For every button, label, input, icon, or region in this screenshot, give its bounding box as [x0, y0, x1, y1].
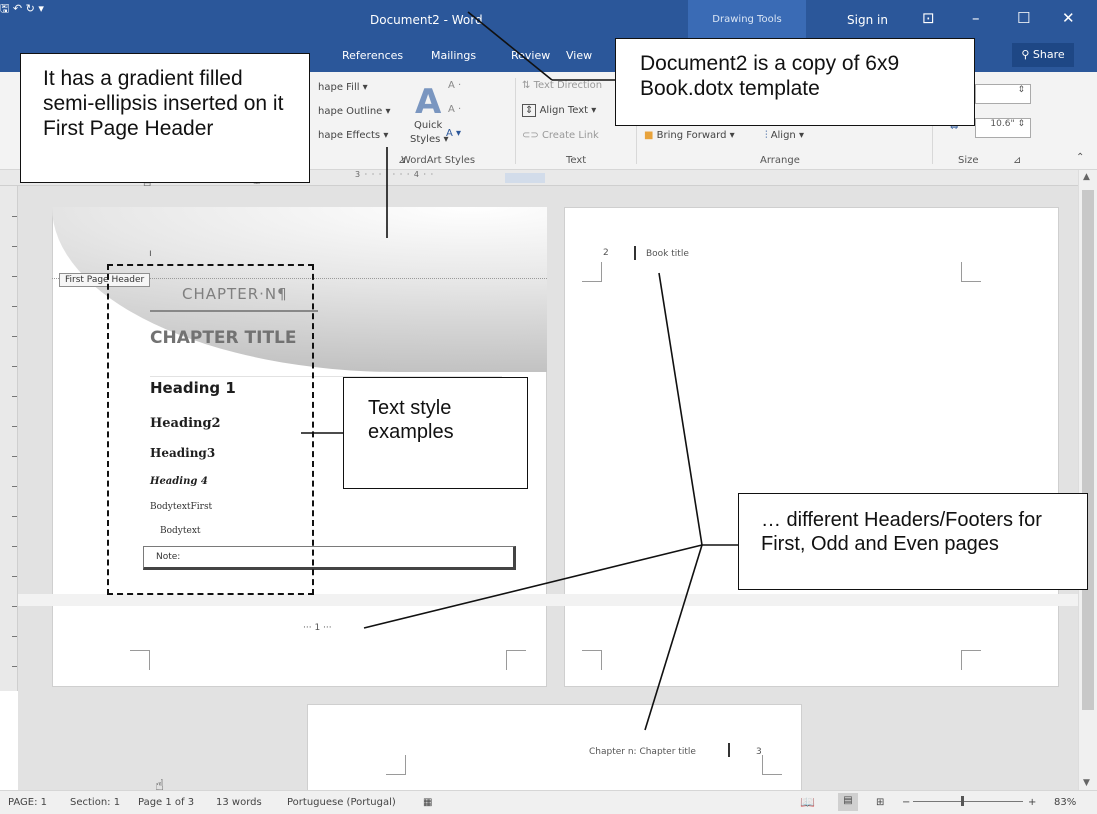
arrange-group-label: Arrange: [760, 155, 800, 166]
shape-effects-button[interactable]: hape Effects ▾: [318, 130, 388, 141]
scrollbar-thumb[interactable]: [1082, 190, 1094, 710]
link-icon: ⊂⊃: [522, 130, 542, 141]
page-2[interactable]: [564, 207, 1059, 687]
status-word-count[interactable]: 13 words: [216, 797, 262, 808]
header-separator-bar: [634, 246, 636, 260]
drawing-tools-context-tab: Drawing Tools: [688, 0, 806, 40]
person-icon: ⚲: [1021, 48, 1033, 61]
status-page[interactable]: PAGE: 1: [8, 797, 47, 808]
undo-icon[interactable]: ↶: [13, 2, 22, 15]
align-label: Align ▾: [770, 130, 804, 141]
redo-icon[interactable]: ↻: [26, 2, 35, 15]
bring-forward-button[interactable]: ■ Bring Forward ▾: [644, 130, 735, 141]
size-dialog-launcher-icon[interactable]: ⊿: [1013, 155, 1021, 166]
text-fill-icon[interactable]: A ·: [448, 80, 461, 91]
zoom-level[interactable]: 83%: [1054, 797, 1076, 808]
page-2-header-title[interactable]: Book title: [646, 249, 689, 259]
page-corner-mark: [130, 650, 150, 670]
page-corner-mark: [961, 262, 981, 282]
ruler-active-region: [505, 173, 545, 183]
text-outline-icon[interactable]: A ·: [448, 104, 461, 115]
zoom-slider-handle[interactable]: [961, 796, 964, 806]
align-text-icon: ⇕: [522, 104, 537, 117]
collapse-ribbon-icon[interactable]: ⌃: [1076, 152, 1084, 163]
page-break-gap: [18, 594, 1097, 606]
callout-template-copy: Document2 is a copy of 6x9 Book.dotx tem…: [615, 38, 975, 126]
zoom-slider[interactable]: [913, 801, 1023, 802]
align-text-label: Align Text ▾: [539, 105, 597, 116]
tab-review[interactable]: Review: [511, 49, 550, 62]
text-direction-icon: ⇅: [522, 80, 534, 91]
customize-qat-icon[interactable]: ▾: [38, 0, 44, 15]
page-corner-mark: [762, 755, 782, 775]
size-group-label: Size: [958, 155, 979, 166]
page-corner-mark: [582, 650, 602, 670]
save-icon[interactable]: 🖫: [0, 2, 9, 15]
shape-fill-button[interactable]: hape Fill ▾: [318, 82, 368, 93]
close-icon[interactable]: ✕: [1062, 9, 1075, 27]
text-direction-button[interactable]: ⇅ Text Direction: [522, 80, 602, 91]
text-group-label: Text: [566, 155, 587, 166]
status-page-of[interactable]: Page 1 of 3: [138, 797, 194, 808]
page-2-header-number: 2: [603, 248, 609, 258]
page-corner-mark: [582, 262, 602, 282]
align-text-button[interactable]: ⇕ Align Text ▾: [522, 104, 597, 117]
shape-width-input[interactable]: 10.6" ⇕: [975, 118, 1031, 138]
callout-gradient-shape: It has a gradient filled semi-ellipsis i…: [20, 53, 310, 183]
zoom-out-button[interactable]: −: [902, 797, 910, 808]
group-separator: [515, 78, 516, 164]
macro-recording-icon[interactable]: ▦: [423, 797, 432, 808]
scroll-down-icon[interactable]: ▼: [1083, 778, 1090, 788]
mouse-pointer-icon: ☝: [155, 776, 165, 794]
ribbon-display-options-icon[interactable]: ⊡: [922, 9, 935, 27]
page-corner-mark: [506, 650, 526, 670]
read-mode-icon[interactable]: 📖: [800, 795, 815, 809]
page-1-footer-number: ··· 1 ···: [303, 623, 332, 633]
page-3-header-number: 3: [756, 747, 762, 757]
minimize-icon[interactable]: –: [972, 9, 980, 27]
quick-styles-label-2[interactable]: Styles ▾: [410, 134, 449, 145]
tab-references[interactable]: References: [342, 49, 403, 62]
page-corner-mark: [961, 650, 981, 670]
wordart-styles-group-label: WordArt Styles: [401, 155, 476, 166]
header-separator-bar: [728, 743, 730, 757]
zoom-in-button[interactable]: +: [1028, 797, 1036, 808]
wordart-a-icon[interactable]: A: [415, 82, 441, 122]
shape-width-value: 10.6": [990, 119, 1015, 129]
page-3-header-title[interactable]: Chapter n: Chapter title: [589, 747, 696, 757]
vertical-ruler[interactable]: [0, 186, 18, 691]
style-examples-highlight-box: [107, 264, 314, 595]
tab-view[interactable]: View: [566, 49, 592, 62]
bring-forward-icon: ■: [644, 130, 657, 141]
callout-headers-footers: … different Headers/Footers for First, O…: [738, 493, 1088, 590]
bring-forward-label: Bring Forward: [656, 130, 727, 141]
scroll-up-icon[interactable]: ▲: [1083, 172, 1090, 182]
shape-outline-button[interactable]: hape Outline ▾: [318, 106, 391, 117]
window-title: Document2 - Word: [370, 13, 483, 27]
share-label: Share: [1032, 48, 1065, 61]
status-language[interactable]: Portuguese (Portugal): [287, 797, 396, 808]
align-button[interactable]: ⫶ Align ▾: [765, 130, 804, 141]
sign-in-link[interactable]: Sign in: [847, 13, 888, 27]
status-bar: PAGE: 1 Section: 1 Page 1 of 3 13 words …: [0, 790, 1097, 814]
create-link-label: Create Link: [541, 130, 599, 141]
print-layout-icon[interactable]: ▤: [838, 793, 858, 811]
share-button[interactable]: ⚲ Share: [1012, 43, 1074, 67]
vertical-scrollbar[interactable]: [1078, 170, 1097, 790]
web-layout-icon[interactable]: ⊞: [876, 797, 884, 808]
callout-text-styles: Text style examples: [343, 377, 528, 489]
shape-height-input[interactable]: ⇕: [975, 84, 1031, 104]
create-link-button[interactable]: ⊂⊃ Create Link: [522, 130, 599, 141]
status-section[interactable]: Section: 1: [70, 797, 120, 808]
quick-access-toolbar: 🖫 ↶ ↻ ▾: [0, 0, 44, 19]
page-corner-mark: [386, 755, 406, 775]
text-direction-label: Text Direction: [533, 80, 603, 91]
quick-styles-label-1[interactable]: Quick: [414, 120, 442, 131]
maximize-icon[interactable]: ☐: [1017, 9, 1030, 27]
text-cursor-icon: ı: [149, 248, 152, 259]
ruler-marks: 3 · · · ı · · · 4 · ·: [355, 170, 435, 179]
tab-mailings[interactable]: Mailings: [431, 49, 476, 62]
